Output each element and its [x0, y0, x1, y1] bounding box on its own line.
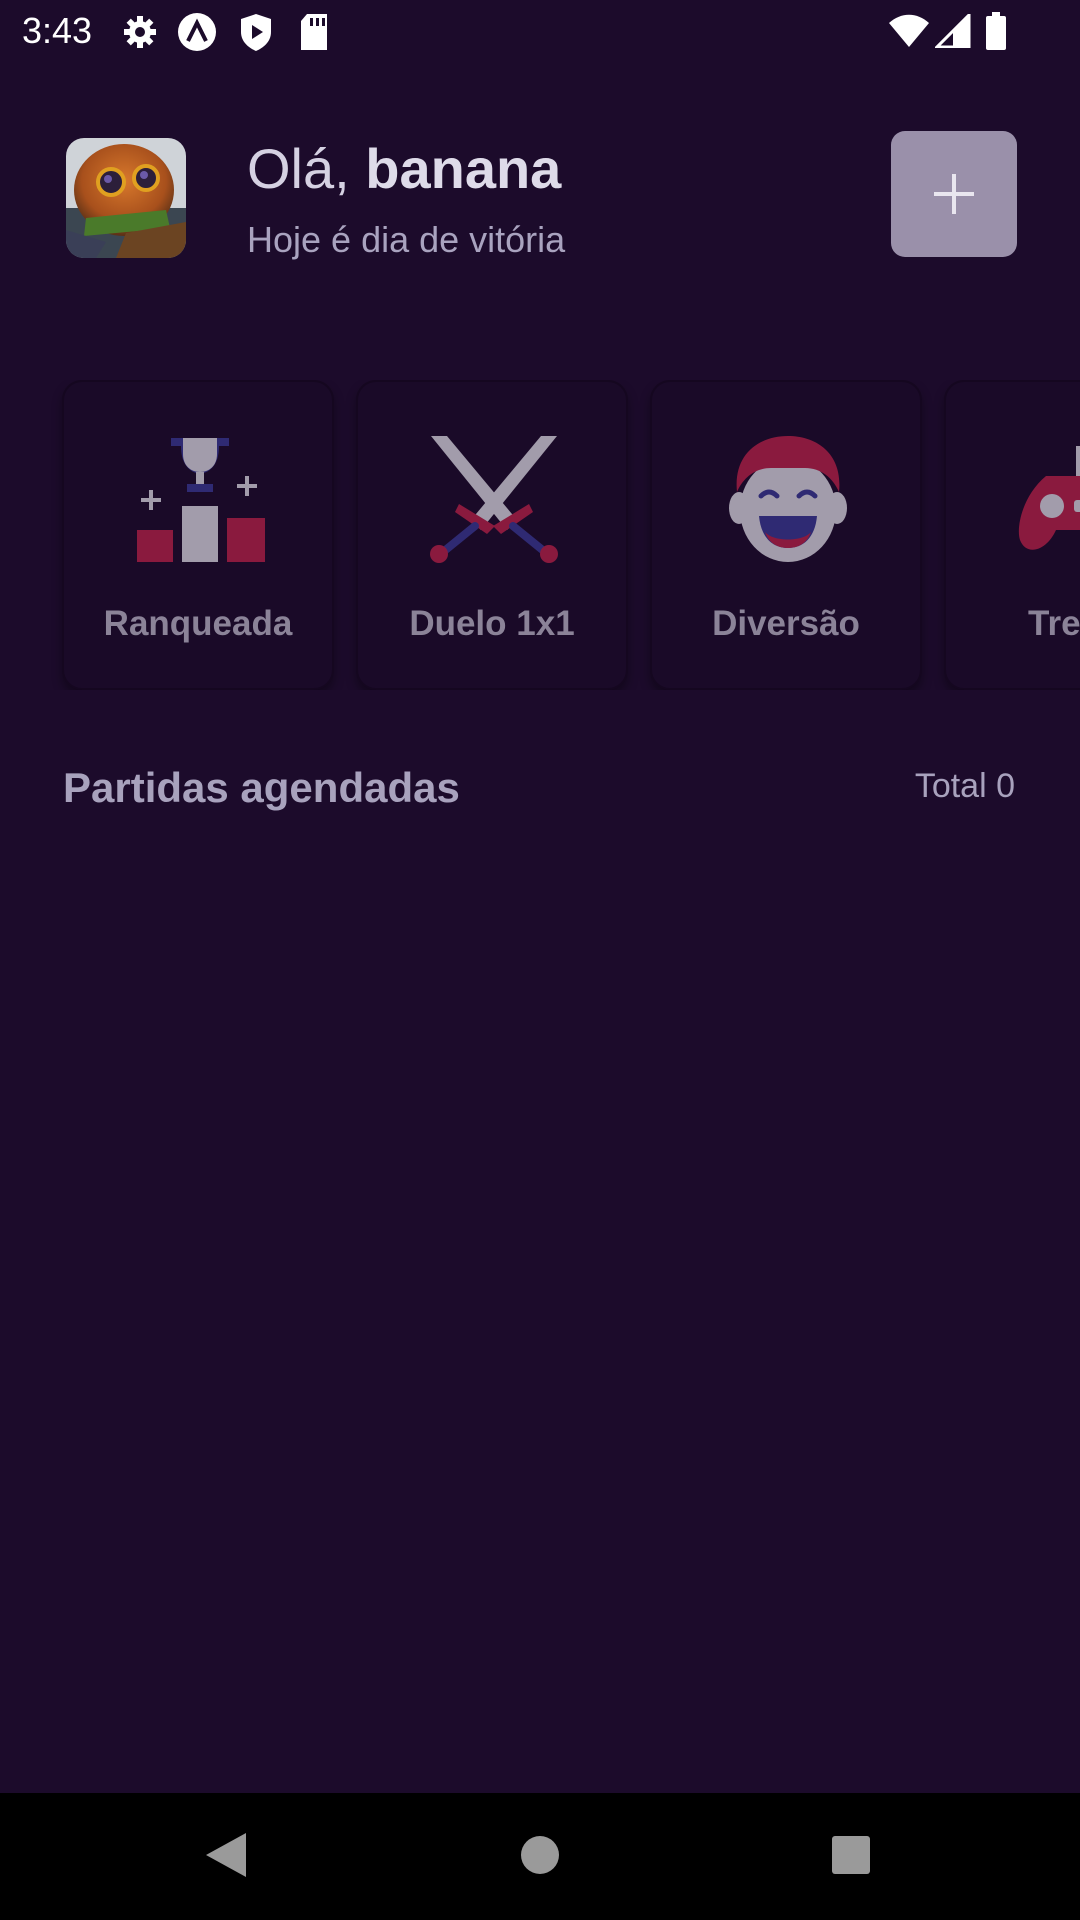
greeting-prefix: Olá,	[247, 137, 366, 200]
crossed-swords-icon	[430, 436, 558, 563]
game-mode-carousel[interactable]: Ranqueada Duelo 1x1 Diversão Tre	[0, 380, 1080, 690]
recents-button[interactable]	[819, 1823, 883, 1887]
battery-icon	[986, 12, 1006, 50]
plus-icon	[934, 174, 974, 214]
gamepad-icon	[1018, 446, 1080, 550]
section-title: Partidas agendadas	[63, 764, 460, 811]
greeting-subtitle: Hoje é dia de vitória	[247, 219, 566, 260]
recents-square-icon	[832, 1836, 870, 1874]
user-name: banana	[365, 137, 562, 200]
status-bar: 3:43	[0, 0, 1080, 64]
avatar[interactable]	[66, 138, 186, 258]
add-match-button[interactable]	[891, 131, 1017, 257]
mode-card-ranqueada[interactable]: Ranqueada	[62, 380, 334, 690]
greeting: Olá, banana	[247, 136, 561, 201]
laughing-face-icon	[729, 436, 847, 562]
wifi-icon	[889, 14, 929, 47]
scheduled-matches-list	[0, 840, 1080, 1780]
home-screen: 3:43 Olá, banana Hoje é dia de vitória R…	[0, 0, 1080, 1920]
section-total: Total 0	[914, 767, 1015, 805]
mode-label: Tre	[1028, 604, 1080, 643]
gear-icon	[124, 16, 156, 48]
mode-label: Ranqueada	[103, 604, 293, 643]
home-button[interactable]	[508, 1823, 572, 1887]
back-triangle-icon	[206, 1833, 246, 1877]
navigation-bar	[0, 1793, 1080, 1920]
signal-icon	[935, 14, 971, 48]
mode-label: Diversão	[712, 604, 860, 643]
mode-card-treino[interactable]: Tre	[944, 380, 1080, 690]
podium-trophy-icon	[137, 438, 265, 562]
mode-card-diversao[interactable]: Diversão	[650, 380, 922, 690]
mode-card-duelo[interactable]: Duelo 1x1	[356, 380, 628, 690]
app-a-icon	[178, 13, 216, 51]
home-circle-icon	[521, 1836, 559, 1874]
play-shield-icon	[241, 14, 271, 51]
back-button[interactable]	[194, 1823, 258, 1887]
status-time: 3:43	[22, 10, 93, 51]
sd-card-icon	[301, 14, 327, 50]
mode-label: Duelo 1x1	[409, 604, 575, 643]
